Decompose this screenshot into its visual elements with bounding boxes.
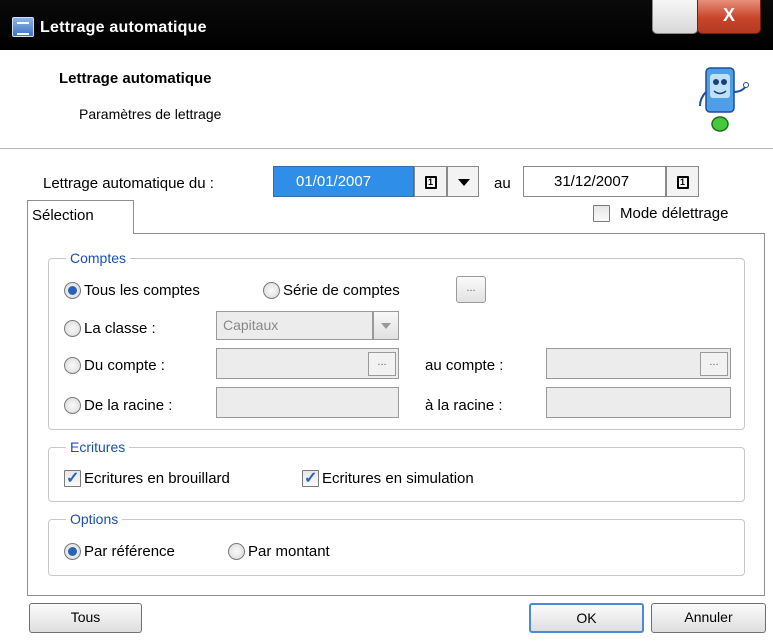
annuler-button[interactable]: Annuler [651,603,766,633]
window-title: Lettrage automatique [40,19,207,36]
du-compte-browse-button[interactable]: ... [368,352,396,376]
label-ecritures-brouillard: Ecritures en brouillard [84,470,230,487]
app-icon [12,17,34,37]
comptes-legend: Comptes [66,250,131,266]
close-icon: X [722,5,735,25]
options-legend: Options [66,511,123,527]
label-de-la-racine: De la racine : [84,397,173,414]
mode-delettrage-label: Mode délettrage [620,205,729,222]
header-subtitle: Paramètres de lettrage [79,106,222,122]
au-compte-browse-button[interactable]: ... [700,352,728,376]
mode-delettrage-checkbox[interactable] [593,205,610,222]
checkbox-ecritures-brouillard[interactable] [64,468,81,488]
checkbox-ecritures-simulation[interactable] [302,468,319,488]
date-from-dropdown-button[interactable] [447,166,479,197]
header-separator [0,148,773,150]
classe-dropdown-button[interactable] [373,311,399,340]
calendar-icon: 1 [676,176,689,189]
assistant-mascot-icon [699,67,749,132]
tab-selection[interactable]: Sélection [27,200,134,234]
radio-de-la-racine[interactable] [64,397,81,414]
close-button[interactable]: X [697,0,761,34]
radio-la-classe[interactable] [64,320,81,337]
calendar-icon: 1 [424,176,437,189]
label-tous-les-comptes: Tous les comptes [84,282,200,299]
serie-browse-button[interactable]: ... [456,276,486,303]
date-range-label: Lettrage automatique du : [43,175,214,192]
label-du-compte: Du compte : [84,357,165,374]
date-to-input[interactable]: 31/12/2007 [523,166,666,197]
radio-serie-de-comptes[interactable] [263,282,280,299]
chevron-down-icon [381,323,391,329]
radio-du-compte[interactable] [64,357,81,374]
de-la-racine-input[interactable] [216,387,399,418]
label-par-reference: Par référence [84,543,175,560]
tous-button[interactable]: Tous [29,603,142,633]
ecritures-legend: Ecritures [66,439,130,455]
date-to-label: au [494,175,511,192]
header-title: Lettrage automatique [59,70,212,87]
label-par-montant: Par montant [248,543,330,560]
radio-par-reference[interactable] [64,543,81,560]
label-serie-de-comptes: Série de comptes [283,282,400,299]
radio-par-montant[interactable] [228,543,245,560]
date-from-input[interactable]: 01/01/2007 [273,166,414,197]
label-ecritures-simulation: Ecritures en simulation [322,470,474,487]
label-la-classe: La classe : [84,320,156,337]
label-au-compte: au compte : [425,357,504,374]
a-la-racine-input[interactable] [546,387,731,418]
classe-select[interactable]: Capitaux [216,311,373,340]
label-a-la-racine: à la racine : [425,397,503,414]
radio-tous-les-comptes[interactable] [64,282,81,299]
minimize-button[interactable] [652,0,698,34]
date-from-calendar-button[interactable]: 1 [414,166,447,197]
ok-button[interactable]: OK [529,603,644,633]
date-to-calendar-button[interactable]: 1 [666,166,699,197]
chevron-down-icon [458,179,470,186]
